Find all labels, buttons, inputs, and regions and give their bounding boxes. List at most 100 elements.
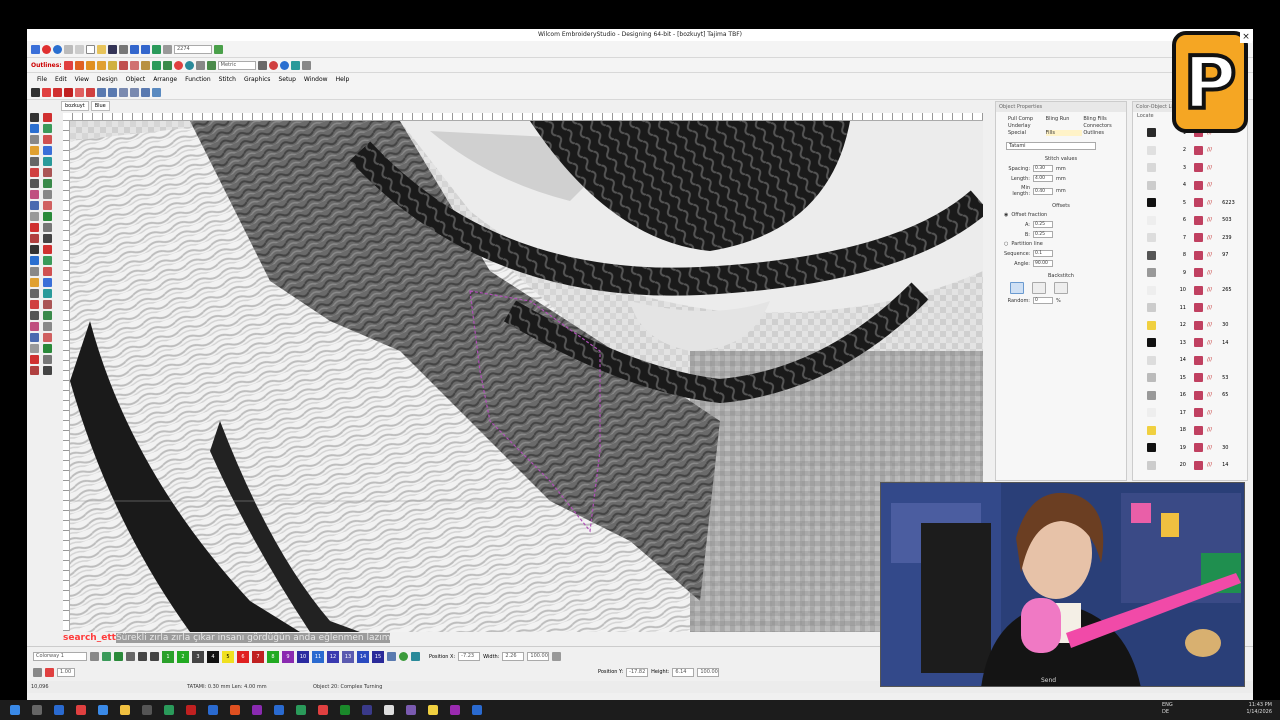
sequence-input[interactable]: 0.1: [1033, 250, 1053, 257]
color-object-row[interactable]: 16 /// 65: [1133, 387, 1249, 404]
tool-icon[interactable]: [43, 212, 52, 221]
tool-icon[interactable]: [30, 113, 39, 122]
tool-icon[interactable]: [30, 157, 39, 166]
tab-pull-comp[interactable]: Pull Comp: [1008, 116, 1045, 122]
taskbar-app-icon[interactable]: [318, 705, 328, 715]
menu-file[interactable]: File: [37, 76, 47, 83]
menu-setup[interactable]: Setup: [278, 76, 295, 83]
stitch-icon[interactable]: [152, 44, 161, 54]
tool-icon[interactable]: [30, 234, 39, 243]
taskbar-app-icon[interactable]: [296, 705, 306, 715]
color-object-row[interactable]: 17 ///: [1133, 404, 1249, 421]
tool-icon[interactable]: [43, 124, 52, 133]
tool-icon[interactable]: [43, 267, 52, 276]
tool-icon[interactable]: [43, 201, 52, 210]
taskbar-app-icon[interactable]: [120, 705, 130, 715]
tool-icon[interactable]: [30, 245, 39, 254]
outline-type-4-icon[interactable]: [96, 60, 106, 70]
random-input[interactable]: 0: [1033, 297, 1053, 304]
tab-underlay[interactable]: Underlay: [1008, 123, 1045, 129]
plus-icon[interactable]: [138, 652, 147, 661]
thread-swatch[interactable]: [1147, 163, 1156, 172]
offset-fraction-radio[interactable]: ◉: [1004, 212, 1008, 218]
tool-icon[interactable]: [30, 124, 39, 133]
color-object-row[interactable]: 13 /// 14: [1133, 334, 1249, 351]
tool-icon[interactable]: [30, 344, 39, 353]
taskbar-app-icon[interactable]: [32, 705, 42, 715]
menu-window[interactable]: Window: [304, 76, 328, 83]
thread-color-swatch[interactable]: 1: [162, 650, 174, 663]
thread-swatch[interactable]: [1147, 425, 1156, 435]
zoom-input[interactable]: 1.00: [57, 667, 75, 677]
close-icon[interactable]: ×: [1240, 31, 1252, 43]
thread-chart-icon[interactable]: [387, 652, 396, 661]
color-object-row[interactable]: 2 ///: [1133, 142, 1249, 159]
design-canvas[interactable]: [70, 121, 983, 632]
menu-design[interactable]: Design: [97, 76, 118, 83]
tool-icon[interactable]: [30, 168, 39, 177]
tool-icon[interactable]: [30, 256, 39, 265]
print-icon[interactable]: [119, 44, 128, 54]
taskbar-app-icon[interactable]: [406, 705, 416, 715]
menu-stitch[interactable]: Stitch: [219, 76, 236, 83]
thread-color-swatch[interactable]: 8: [267, 650, 279, 663]
tool-icon[interactable]: [30, 333, 39, 342]
width-percent-input[interactable]: 100.00: [527, 652, 550, 661]
menu-object[interactable]: Object: [126, 76, 146, 83]
tool-icon[interactable]: [43, 146, 52, 155]
backstitch-mode-1-icon[interactable]: [1010, 282, 1024, 294]
color-object-row[interactable]: 3 ///: [1133, 159, 1249, 176]
tool-icon[interactable]: [43, 168, 52, 177]
thread-color-swatch[interactable]: 14: [357, 650, 369, 663]
tool-icon[interactable]: [30, 212, 39, 221]
slow-redraw-icon[interactable]: [214, 44, 223, 54]
backstitch-mode-3-icon[interactable]: [1054, 282, 1068, 294]
flip-icon[interactable]: [108, 87, 117, 97]
thread-swatch[interactable]: [1147, 180, 1156, 190]
thread-color-swatch[interactable]: 7: [252, 650, 264, 663]
grid-icon[interactable]: [195, 60, 205, 70]
a-input[interactable]: 0.25: [1033, 221, 1053, 228]
width-input[interactable]: 2.26: [502, 652, 525, 661]
thread-swatch[interactable]: [1147, 408, 1156, 417]
thread-color-swatch[interactable]: 3: [192, 650, 204, 663]
taskbar-app-icon[interactable]: [362, 705, 372, 715]
tool-icon[interactable]: [43, 278, 52, 287]
colorway-menu-icon[interactable]: [90, 652, 99, 661]
fill-type-select[interactable]: Tatami: [1006, 142, 1096, 150]
thread-swatch[interactable]: [1147, 443, 1156, 452]
taskbar-app-icon[interactable]: [208, 705, 218, 715]
menu-help[interactable]: Help: [336, 76, 350, 83]
taskbar-app-icon[interactable]: [472, 705, 482, 715]
play-icon[interactable]: [279, 60, 289, 70]
tool-icon[interactable]: [43, 289, 52, 298]
menu-graphics[interactable]: Graphics: [244, 76, 271, 83]
thread-color-swatch[interactable]: 9: [282, 650, 294, 663]
thread-color-swatch[interactable]: 13: [342, 650, 354, 663]
fill-type-4-icon[interactable]: [184, 60, 194, 70]
taskbar-app-icon[interactable]: [10, 705, 20, 715]
color-object-row[interactable]: 15 /// 53: [1133, 369, 1249, 386]
outline-type-7-icon[interactable]: [129, 60, 139, 70]
min-length-input[interactable]: 0.40: [1033, 187, 1053, 195]
motif-icon[interactable]: [86, 87, 95, 97]
tool-icon[interactable]: [30, 366, 39, 375]
taskbar-app-icon[interactable]: [76, 705, 86, 715]
menu-arrange[interactable]: Arrange: [153, 76, 177, 83]
tab-outlines[interactable]: Outlines: [1083, 130, 1120, 136]
backstitch-mode-2-icon[interactable]: [1032, 282, 1046, 294]
thread-swatch[interactable]: [1147, 268, 1156, 277]
settings-icon[interactable]: [268, 60, 278, 70]
color-object-row[interactable]: 6 /// 503: [1133, 212, 1249, 229]
tool-icon[interactable]: [43, 300, 52, 309]
tab-special[interactable]: Special: [1008, 130, 1045, 136]
menu-function[interactable]: Function: [185, 76, 211, 83]
length-input[interactable]: 4.00: [1033, 175, 1053, 182]
measure-icon[interactable]: [206, 60, 216, 70]
thread-swatch[interactable]: [1147, 145, 1156, 155]
copy-icon[interactable]: [75, 44, 84, 54]
tool-icon[interactable]: [43, 190, 52, 199]
thread-color-swatch[interactable]: 12: [327, 650, 339, 663]
new-icon[interactable]: [86, 44, 95, 54]
add-color-icon[interactable]: [114, 652, 123, 661]
